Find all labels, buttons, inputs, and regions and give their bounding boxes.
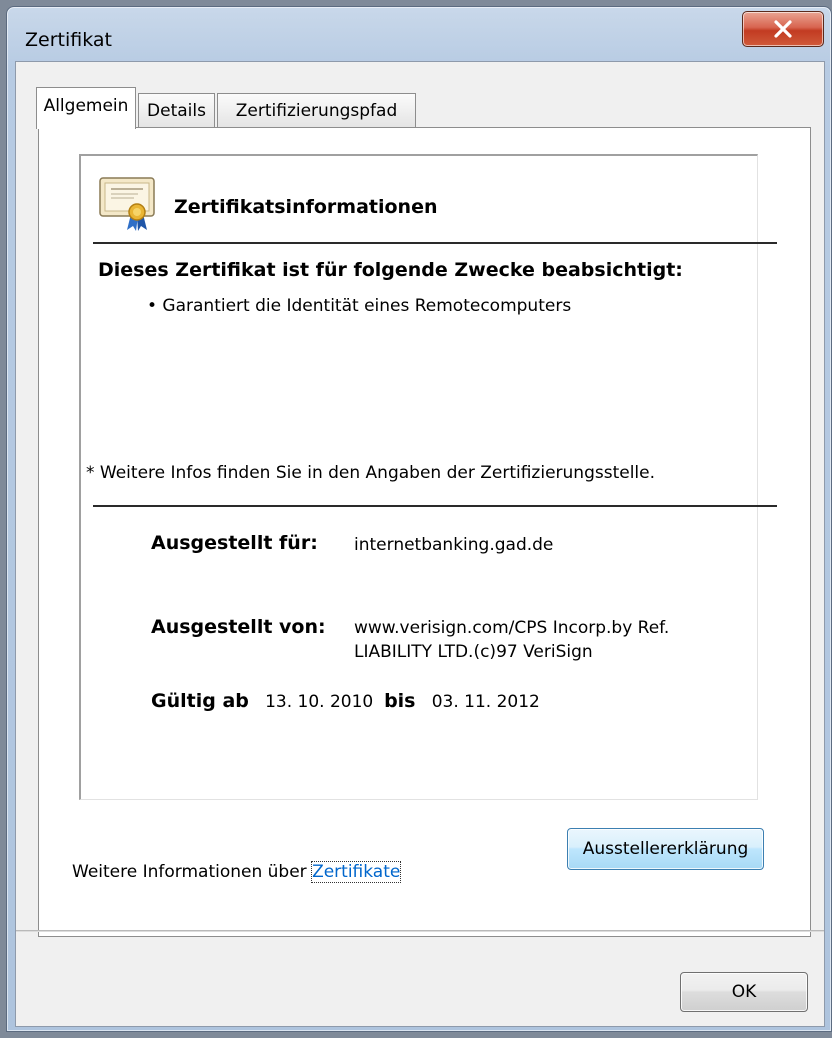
issuer-statement-button[interactable]: Ausstellererklärung [567,828,764,870]
issued-by-line2: LIABILITY LTD.(c)97 VeriSign [354,642,593,662]
tab-details[interactable]: Details [138,93,215,127]
tab-label: Details [147,100,206,121]
more-info: Weitere Informationen über Zertifikate [72,861,402,883]
tab-label: Allgemein [43,95,129,116]
divider [93,242,777,244]
certificate-icon [99,177,155,231]
ok-button[interactable]: OK [680,972,808,1012]
certificate-info-box: Zertifikatsinformationen Dieses Zertifik… [79,154,777,800]
issued-to-value: internetbanking.gad.de [354,535,554,555]
tab-label: Zertifizierungspfad [235,100,398,121]
issued-to-label: Ausgestellt für: [151,532,318,554]
more-info-text: Weitere Informationen über [72,862,313,882]
tab-allgemein[interactable]: Allgemein [36,87,136,129]
issuer-statement-label: Ausstellererklärung [582,839,749,859]
window-title: Zertifikat [25,29,112,51]
footnote: * Weitere Infos finden Sie in den Angabe… [86,463,656,483]
issued-by-label: Ausgestellt von: [151,616,326,638]
title-bar[interactable]: Zertifikat [7,7,831,69]
validity-period: Gültig ab 13. 10. 2010 bis 03. 11. 2012 [151,690,540,712]
info-title: Zertifikatsinformationen [174,196,438,218]
ok-label: OK [731,982,757,1002]
tab-zertifizierungspfad[interactable]: Zertifizierungspfad [217,93,416,127]
valid-to-date: 03. 11. 2012 [431,692,540,712]
footer-divider [16,930,824,932]
tab-panel-general: Zertifikatsinformationen Dieses Zertifik… [38,127,811,937]
certificates-link[interactable]: Zertifikate [311,861,402,883]
issued-by-value: www.verisign.com/CPS Incorp.by Ref. LIAB… [354,616,669,664]
purpose-heading: Dieses Zertifikat ist für folgende Zweck… [98,259,683,281]
purpose-item: • Garantiert die Identität eines Remotec… [147,296,572,316]
valid-to-label: bis [384,690,416,712]
dialog-client-area: Allgemein Details Zertifizierungspfad Ze… [15,61,825,1027]
close-button[interactable] [742,11,824,47]
issued-by-line1: www.verisign.com/CPS Incorp.by Ref. [354,618,670,638]
close-icon [774,20,792,38]
valid-from-label: Gültig ab [151,690,249,712]
valid-from-date: 13. 10. 2010 [265,692,374,712]
certificate-dialog: Zertifikat Allgemein Details Zertifizier… [6,6,832,1032]
divider [93,505,777,507]
